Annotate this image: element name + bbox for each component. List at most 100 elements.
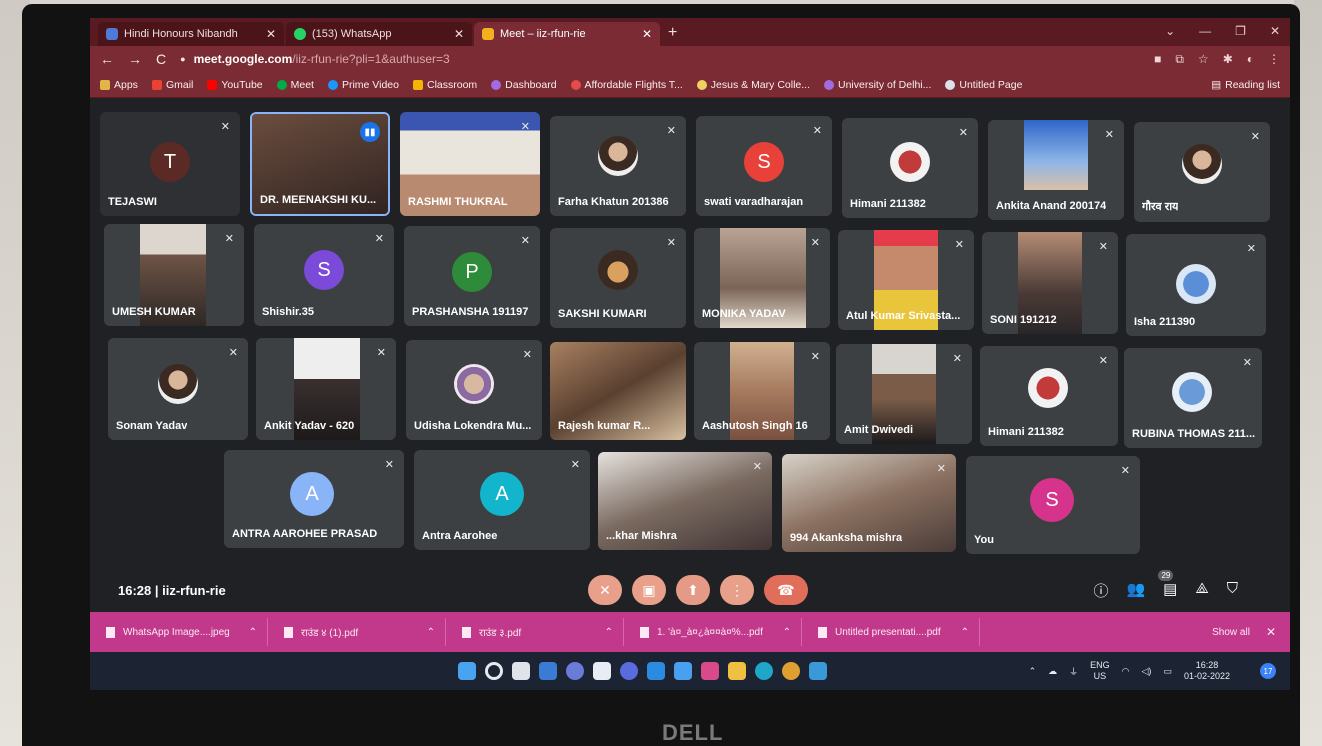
chevron-down-icon[interactable]: ⌄ xyxy=(1165,24,1175,38)
chevron-up-icon[interactable]: ⌃ xyxy=(249,627,257,638)
reload-icon[interactable]: C xyxy=(156,51,166,67)
photos-icon[interactable] xyxy=(701,662,719,680)
participant-tile[interactable]: ✕ SONI 191212 xyxy=(982,232,1118,334)
tab-hindi-nibandh[interactable]: Hindi Honours Nibandh ✕ xyxy=(98,22,284,46)
participant-tile[interactable]: ✕ Himani 211382 xyxy=(842,118,978,218)
participant-tile[interactable]: ✕ Ankita Anand 200174 xyxy=(988,120,1124,220)
folder-icon[interactable] xyxy=(728,662,746,680)
participant-tile[interactable]: ✕ RASHMI THUKRAL xyxy=(400,112,540,216)
wifi-icon[interactable]: ◠ xyxy=(1122,666,1130,677)
share-icon[interactable]: ⧉ xyxy=(1175,52,1184,67)
camera-icon[interactable]: ■ xyxy=(1154,52,1161,67)
participant-tile[interactable]: ✕ S swati varadharajan xyxy=(696,116,832,216)
search-icon[interactable] xyxy=(485,662,503,680)
chat-icon[interactable]: ▤ xyxy=(1163,580,1177,601)
close-icon[interactable]: ✕ xyxy=(266,27,276,41)
chevron-up-icon[interactable]: ⌃ xyxy=(427,627,435,638)
close-icon[interactable]: ✕ xyxy=(1266,625,1276,639)
bookmark-jmc[interactable]: Jesus & Mary Colle... xyxy=(696,79,810,91)
download-item[interactable]: 1. 'à¤_à¤¿à¤¤à¤%...pdf ⌃ xyxy=(624,618,802,646)
participant-tile[interactable]: ✕ S Shishir.35 xyxy=(254,224,394,326)
show-all-button[interactable]: Show all xyxy=(1212,627,1250,638)
tab-meet[interactable]: Meet – iiz-rfun-rie ✕ xyxy=(474,22,660,46)
participant-tile[interactable]: Rajesh kumar R... xyxy=(550,342,686,440)
participant-tile[interactable]: ✕ Atul Kumar Srivasta... xyxy=(838,230,974,330)
participant-tile[interactable]: ✕ Aashutosh Singh 16 xyxy=(694,342,830,440)
participant-tile[interactable]: ✕ S You xyxy=(966,456,1140,554)
bookmark-youtube[interactable]: YouTube xyxy=(207,79,263,91)
menu-icon[interactable]: ⋮ xyxy=(1268,52,1280,67)
url-field[interactable]: meet.google.com/iiz-rfun-rie?pli=1&authu… xyxy=(194,52,450,66)
bookmark-apps[interactable]: Apps xyxy=(100,79,138,91)
chevron-up-icon[interactable]: ⌃ xyxy=(605,627,613,638)
participant-tile[interactable]: ✕ Ankit Yadav - 620 xyxy=(256,338,396,440)
bookmark-gmail[interactable]: Gmail xyxy=(151,79,193,91)
participant-tile[interactable]: ✕ Himani 211382 xyxy=(980,346,1118,446)
participant-tile[interactable]: ✕ Isha 211390 xyxy=(1126,234,1266,336)
close-icon[interactable]: ✕ xyxy=(642,27,652,41)
participant-tile[interactable]: ✕ UMESH KUMAR xyxy=(104,224,244,326)
maximize-icon[interactable]: ❐ xyxy=(1235,24,1246,38)
bookmark-dashboard[interactable]: Dashboard xyxy=(491,79,557,91)
download-item[interactable]: WhatsApp Image....jpeg ⌃ xyxy=(90,618,268,646)
participant-tile[interactable]: ✕ SAKSHI KUMARI xyxy=(550,228,686,328)
notifications-badge[interactable]: 17 xyxy=(1260,663,1276,679)
participant-tile[interactable]: ✕ A ANTRA AAROHEE PRASAD xyxy=(224,450,404,548)
activities-icon[interactable]: ⟁ xyxy=(1195,580,1208,601)
reading-list[interactable]: ▤ Reading list xyxy=(1211,79,1280,91)
bookmark-meet[interactable]: Meet xyxy=(276,79,314,91)
participant-tile[interactable]: ✕ Farha Khatun 201386 xyxy=(550,116,686,216)
participant-tile[interactable]: ✕ MONIKA YADAV xyxy=(694,228,830,328)
new-tab-icon[interactable]: + xyxy=(668,24,677,42)
participant-tile[interactable]: ✕ ...khar Mishra xyxy=(598,452,772,550)
language-indicator[interactable]: ENG US xyxy=(1090,660,1110,682)
widgets-icon[interactable] xyxy=(539,662,557,680)
participant-tile[interactable]: ✕ P PRASHANSHA 191197 xyxy=(404,226,540,326)
battery-icon[interactable]: ▭ xyxy=(1163,666,1172,677)
participant-tile[interactable]: ✕ T TEJASWI xyxy=(100,112,240,216)
bookmark-untitled[interactable]: Untitled Page xyxy=(945,79,1022,91)
bookmark-prime-video[interactable]: Prime Video xyxy=(327,79,399,91)
bookmark-flights[interactable]: Affordable Flights T... xyxy=(570,79,683,91)
download-item[interactable]: Untitled presentati....pdf ⌃ xyxy=(802,618,980,646)
task-view-icon[interactable] xyxy=(512,662,530,680)
participant-tile[interactable]: ✕ A Antra Aarohee xyxy=(414,450,590,550)
chevron-up-icon[interactable]: ⌃ xyxy=(1029,666,1037,677)
participant-tile[interactable]: ✕ RUBINA THOMAS 211... xyxy=(1124,348,1262,448)
close-icon[interactable]: ✕ xyxy=(454,27,464,41)
extensions-icon[interactable]: ✱ xyxy=(1223,52,1233,67)
bookmark-classroom[interactable]: Classroom xyxy=(412,79,477,91)
participant-tile[interactable]: ✕ 994 Akanksha mishra xyxy=(782,454,956,552)
file-explorer-icon[interactable] xyxy=(593,662,611,680)
minimize-icon[interactable]: — xyxy=(1199,24,1211,38)
present-button[interactable]: ⬆ xyxy=(676,575,710,605)
chevron-up-icon[interactable]: ⌃ xyxy=(961,627,969,638)
edge-icon[interactable] xyxy=(755,662,773,680)
chat-icon[interactable] xyxy=(566,662,584,680)
bookmark-du[interactable]: University of Delhi... xyxy=(824,79,931,91)
start-icon[interactable] xyxy=(458,662,476,680)
lock-icon[interactable]: ● xyxy=(180,54,185,64)
forward-icon[interactable]: → xyxy=(128,51,142,67)
tab-whatsapp[interactable]: (153) WhatsApp ✕ xyxy=(286,22,472,46)
participant-tile[interactable]: ▮▮ DR. MEENAKSHI KU... xyxy=(250,112,390,216)
back-icon[interactable]: ← xyxy=(100,51,114,67)
teams-icon[interactable] xyxy=(620,662,638,680)
participant-tile[interactable]: ✕ Amit Dwivedi xyxy=(836,344,972,444)
volume-icon[interactable]: ◁) xyxy=(1142,666,1152,677)
star-icon[interactable]: ☆ xyxy=(1198,52,1209,67)
info-icon[interactable]: ⓘ xyxy=(1093,580,1108,601)
leave-call-button[interactable]: ☎ xyxy=(764,575,808,605)
store-icon[interactable] xyxy=(647,662,665,680)
camera-toggle-button[interactable]: ▣ xyxy=(632,575,666,605)
app-icon[interactable] xyxy=(809,662,827,680)
participant-tile[interactable]: ✕ गौरव राय xyxy=(1134,122,1270,222)
settings-icon[interactable] xyxy=(674,662,692,680)
people-icon[interactable]: 👥 29 xyxy=(1126,569,1174,601)
more-options-button[interactable]: ⋮ xyxy=(720,575,754,605)
host-controls-icon[interactable]: ⛉ xyxy=(1227,580,1238,601)
system-clock[interactable]: 16:28 01-02-2022 xyxy=(1184,660,1230,682)
participant-tile[interactable]: ✕ Sonam Yadav xyxy=(108,338,248,440)
participant-tile[interactable]: ✕ Udisha Lokendra Mu... xyxy=(406,340,542,440)
profile-icon[interactable]: ◐ xyxy=(1247,52,1254,67)
